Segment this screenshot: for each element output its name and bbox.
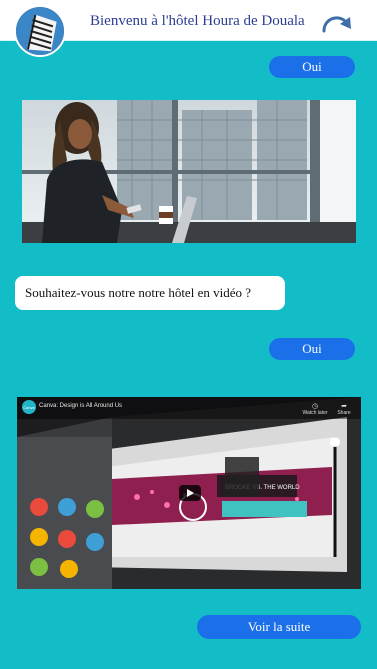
question-text: Souhaitez-vous notre notre hôtel en vidé… — [25, 285, 251, 300]
hotel-building-icon — [16, 7, 64, 55]
video-thumbnail: BROOKE VS. THE WORLD — [17, 397, 361, 589]
reply-oui-button-2[interactable]: Oui — [269, 338, 355, 360]
redo-arrow-icon[interactable] — [320, 9, 354, 37]
watch-later-control[interactable]: ◷ Watch later — [302, 402, 328, 416]
share-icon: ➦ — [341, 403, 347, 410]
page-title: Bienvenu à l'hôtel Houra de Douala — [90, 13, 305, 29]
hotel-logo-avatar — [14, 5, 66, 57]
video-player[interactable]: BROOKE VS. THE WORLD Canva Canva: Design… — [17, 397, 361, 589]
share-label: Share — [337, 410, 351, 416]
hotel-photo — [22, 100, 356, 243]
watch-later-label: Watch later — [302, 410, 328, 416]
woman-using-phone-image — [22, 100, 356, 243]
next-button[interactable]: Voir la suite — [197, 615, 361, 639]
reply-oui-button-1[interactable]: Oui — [269, 56, 355, 78]
share-control[interactable]: ➦ Share — [331, 402, 357, 416]
video-title[interactable]: Canva: Design is All Around Us — [39, 403, 122, 409]
question-bubble: Souhaitez-vous notre notre hôtel en vidé… — [15, 276, 285, 310]
clock-icon: ◷ — [311, 403, 319, 410]
canva-channel-badge[interactable]: Canva — [22, 400, 36, 414]
